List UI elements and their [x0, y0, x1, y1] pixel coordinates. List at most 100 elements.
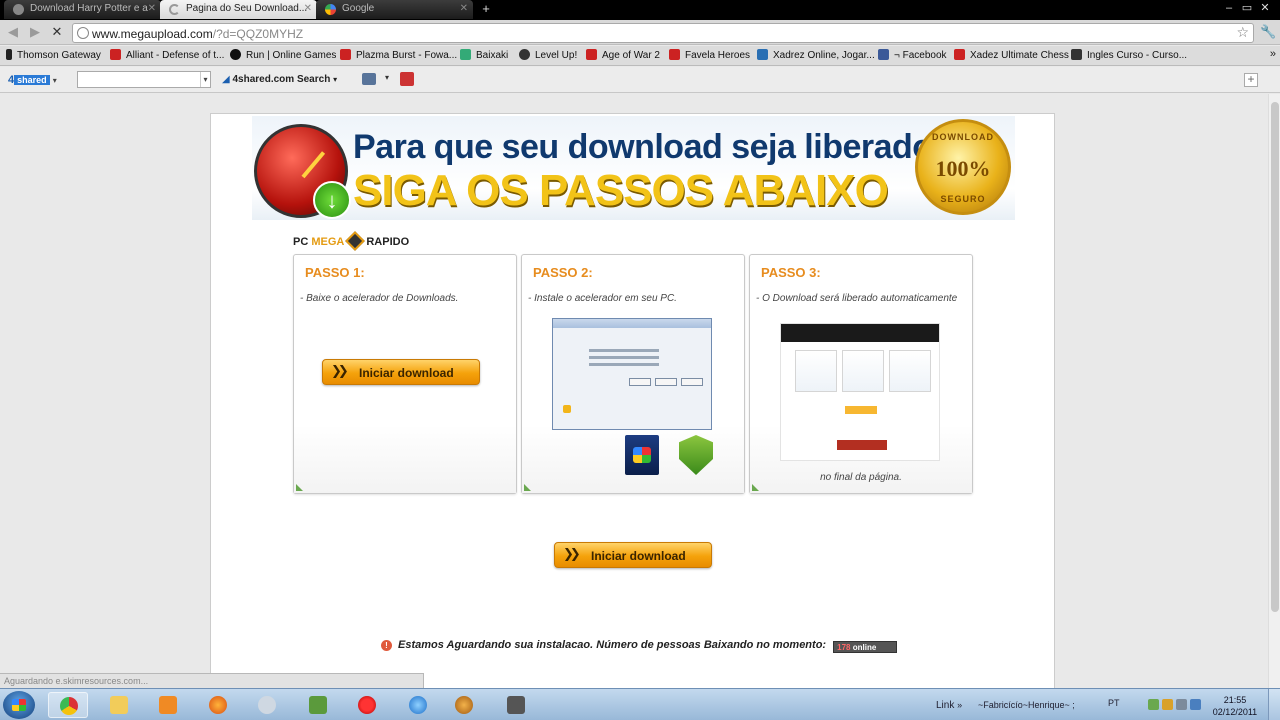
add-icon[interactable]: + [1244, 73, 1258, 87]
start-download-button[interactable]: ❯❯ Iniciar download [322, 359, 480, 385]
speaker-icon[interactable] [1176, 699, 1187, 710]
maximize-icon[interactable]: ▭ [1238, 1, 1256, 14]
online-counter: 178 online [833, 641, 898, 653]
start-button[interactable] [3, 691, 35, 719]
stop-icon[interactable]: ✕ [48, 24, 66, 40]
browser-toolbar: ◀ ▶ ✕ www.megaupload.com/?d=QQZ0MYHZ ☆ 🔧 [0, 20, 1280, 45]
bookmark-label: Ingles Curso - Curso... [1087, 50, 1188, 61]
tab-strip: Download Harry Potter e a ✕ Pagina do Se… [0, 0, 1280, 20]
brand-mega: MEGA [311, 236, 345, 248]
language-indicator[interactable]: PT [1108, 698, 1120, 708]
start-download-button-main[interactable]: ❯❯ Iniciar download [554, 542, 712, 568]
bookmark-favela-heroes[interactable]: Favela Heroes [669, 49, 750, 61]
taskbar-explorer[interactable] [99, 692, 139, 718]
page-viewport: ↓ Para que seu download seja liberado! S… [0, 94, 1268, 688]
info-icon: ! [381, 640, 392, 651]
wrench-icon[interactable]: 🔧 [1260, 24, 1276, 40]
step-title: PASSO 3: [761, 265, 821, 280]
bookmark-label: Favela Heroes [685, 50, 751, 61]
system-clock[interactable]: 21:55 02/12/2011 [1210, 694, 1260, 718]
addon-search-button[interactable]: ◢ 4shared.com Search ▾ [222, 74, 337, 85]
bookmark-icon [1071, 49, 1082, 60]
bookmark-label: Level Up! [535, 50, 578, 61]
baixaki-icon [460, 49, 471, 60]
taskbar-media-player[interactable] [148, 692, 188, 718]
bookmark-facebook[interactable]: ¬ Facebook [878, 49, 947, 61]
minimize-icon[interactable]: – [1220, 2, 1238, 14]
chevron-down-icon[interactable]: ▾ [200, 72, 210, 87]
bookmark-label: Xadez Ultimate Chess [970, 50, 1069, 61]
bookmark-star-icon[interactable]: ☆ [1236, 24, 1249, 41]
button-label: Iniciar download [359, 366, 454, 380]
corner-marker-icon [296, 484, 303, 491]
status-text: Aguardando e.skimresources.com... [4, 676, 149, 686]
bookmark-xadez-ultimate-chess[interactable]: Xadez Ultimate Chess [954, 49, 1069, 61]
dropdown-arrow-icon: ▾ [333, 75, 338, 84]
url-text[interactable]: www.megaupload.com/?d=QQZ0MYHZ [92, 27, 303, 41]
back-icon[interactable]: ◀ [4, 24, 22, 40]
speedometer-needle [301, 151, 326, 179]
taskbar-chrome[interactable] [48, 692, 88, 718]
security-warning-screenshot [552, 318, 712, 430]
corner-marker-icon [752, 484, 759, 491]
flag-icon[interactable] [1190, 699, 1201, 710]
link-label: Link [936, 700, 955, 711]
tab-google[interactable]: Google ✕ [316, 0, 473, 19]
run-icon [230, 49, 241, 60]
step-description: - Baixe o acelerador de Downloads. [300, 293, 459, 304]
seal-top-text: DOWNLOAD [932, 132, 994, 142]
dialog-titlebar [553, 319, 711, 328]
tab-label: Download Harry Potter e a [30, 3, 148, 14]
close-icon[interactable]: ✕ [148, 3, 156, 14]
opera-icon [358, 696, 376, 714]
bookmark-ingles-curso[interactable]: Ingles Curso - Curso... [1071, 49, 1187, 61]
bookmarks-overflow-icon[interactable]: » [1270, 48, 1276, 60]
dropdown-arrow-icon[interactable]: ▾ [385, 73, 389, 82]
bookmark-label: Run | Online Games [246, 50, 337, 61]
taskbar-film[interactable] [444, 692, 484, 718]
screen-icon[interactable] [362, 73, 376, 85]
taskbar-opera[interactable] [347, 692, 387, 718]
gamepad-icon [110, 49, 121, 60]
close-icon[interactable]: ✕ [460, 3, 468, 14]
close-window-icon[interactable]: ✕ [1256, 1, 1274, 14]
taskbar-itunes[interactable] [247, 692, 287, 718]
tray-link-toolbar[interactable]: Link » [936, 700, 962, 711]
network-icon[interactable] [1148, 699, 1159, 710]
4shared-logo[interactable]: 4 shared ▾ [8, 74, 57, 86]
taskbar-ie[interactable] [398, 692, 438, 718]
address-bar[interactable]: www.megaupload.com/?d=QQZ0MYHZ ☆ [72, 23, 1254, 43]
step-3-card: PASSO 3: - O Download será liberado auto… [749, 254, 973, 494]
taskbar-firefox[interactable] [198, 692, 238, 718]
windows-flag-icon [633, 447, 651, 463]
tab-label: Google [342, 3, 375, 14]
show-desktop-button[interactable] [1268, 689, 1280, 720]
chrome-icon [60, 697, 78, 715]
bookmark-thomson-gateway[interactable]: Thomson Gateway [6, 49, 101, 61]
media-player-icon [159, 696, 177, 714]
bookmark-label: Thomson Gateway [17, 50, 101, 61]
vertical-scrollbar[interactable] [1268, 94, 1280, 688]
taskbar-app[interactable] [298, 692, 338, 718]
forward-icon[interactable]: ▶ [26, 24, 44, 40]
bookmark-level-up[interactable]: Level Up! [519, 49, 577, 61]
bookmark-alliant[interactable]: Alliant - Defense of t... [110, 49, 224, 61]
bookmark-run-online-games[interactable]: Run | Online Games [230, 49, 336, 61]
bookmark-age-of-war-2[interactable]: Age of War 2 [586, 49, 660, 61]
close-icon[interactable]: ✕ [304, 3, 312, 14]
facebook-icon [878, 49, 889, 60]
tab-pagina-download[interactable]: Pagina do Seu Download... ✕ [160, 0, 317, 19]
scrollbar-thumb[interactable] [1271, 102, 1279, 612]
bookmark-plazma-burst[interactable]: Plazma Burst - Fowa... [340, 49, 457, 61]
bookmark-xadrez-online[interactable]: Xadrez Online, Jogar... [757, 49, 875, 61]
taskbar-mic[interactable] [496, 692, 536, 718]
bookmark-baixaki[interactable]: Baixaki [460, 49, 508, 61]
gift-icon[interactable] [400, 72, 414, 86]
new-tab-button[interactable]: + [478, 2, 494, 16]
tab-harry-potter[interactable]: Download Harry Potter e a ✕ [4, 0, 161, 19]
security-icon[interactable] [1162, 699, 1173, 710]
speedometer-icon: ↓ [254, 124, 351, 219]
tray-user-label: ~Fabricícío~Henrique~ ; [978, 700, 1075, 710]
addon-search-input[interactable]: ▾ [77, 71, 211, 88]
seal-bottom-text: SEGURO [940, 194, 986, 204]
